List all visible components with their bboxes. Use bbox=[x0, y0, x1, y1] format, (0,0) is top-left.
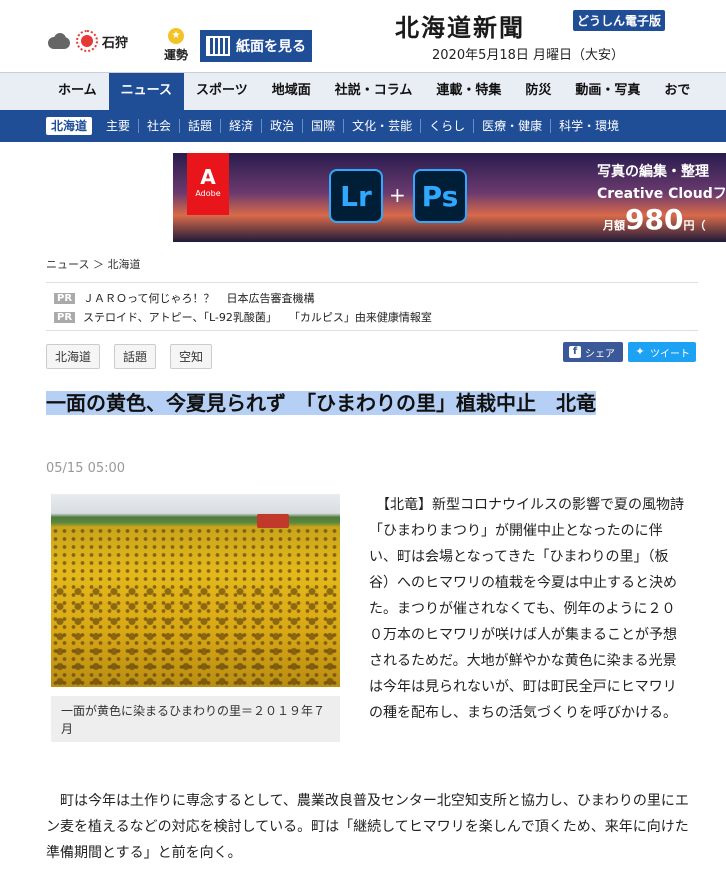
pr-link-text: ＪＡＲＯって何じゃろ！？ bbox=[83, 292, 215, 305]
nav-item[interactable]: おで bbox=[652, 73, 702, 111]
facebook-share-button[interactable]: f シェア bbox=[563, 342, 623, 362]
subnav-item[interactable]: 政治 bbox=[262, 119, 304, 133]
nav-item[interactable]: 地域面 bbox=[260, 73, 323, 111]
subnav-item[interactable]: 主要 bbox=[98, 119, 140, 133]
subnav-item[interactable]: 医療・健康 bbox=[474, 119, 552, 133]
tag-sorachi[interactable]: 空知 bbox=[170, 344, 213, 369]
subnav-item[interactable]: 北海道 bbox=[46, 117, 93, 135]
tag-list: 北海道 話題 空知 bbox=[46, 344, 226, 369]
facebook-share-label: シェア bbox=[585, 348, 615, 360]
article-headline: 一面の黄色、今夏見られず 「ひまわりの里」植栽中止 北竜 bbox=[46, 386, 698, 420]
article-paragraph: 町は今年は土作りに専念するとして、農業改良普及センター北空知支所と協力し、ひまわ… bbox=[46, 793, 689, 861]
subnav-item[interactable]: くらし bbox=[421, 119, 475, 133]
pr-link[interactable]: PR ＪＡＲＯって何じゃろ！？ 日本広告審査機構 bbox=[54, 290, 314, 306]
lightroom-icon: Lr bbox=[329, 169, 383, 223]
headline-text: 一面の黄色、今夏見られず 「ひまわりの里」植栽中止 北竜 bbox=[46, 391, 596, 415]
advertisement-banner[interactable]: AAdobe Lr + Ps 写真の編集・整理 Creative Cloudフォ… bbox=[173, 153, 726, 242]
main-nav: ホーム ニュース スポーツ 地域面 社説・コラム 連載・特集 防災 動画・写真 おで bbox=[0, 72, 726, 111]
article-photo[interactable] bbox=[51, 494, 340, 687]
subnav-item[interactable]: 社会 bbox=[139, 119, 181, 133]
twitter-share-label: ツイート bbox=[650, 348, 690, 360]
subnav-item[interactable]: 話題 bbox=[180, 119, 222, 133]
divider bbox=[46, 282, 698, 283]
photo-caption: 一面が黄色に染まるひまわりの里＝２０１９年７月 bbox=[51, 696, 340, 742]
digital-edition-badge: どうしん電子版 bbox=[573, 10, 666, 31]
publish-time: 05/15 05:00 bbox=[46, 461, 126, 476]
fortune-label: 運勢 bbox=[163, 48, 188, 62]
weather-city: 石狩 bbox=[102, 35, 129, 51]
view-paper-label: 紙面を見る bbox=[236, 39, 306, 55]
nav-item[interactable]: ニュース bbox=[108, 73, 184, 111]
sub-nav: 北海道 主要 社会 話題 経済 政治 国際 文化・芸能 くらし 医療・健康 科学・環境 bbox=[0, 110, 726, 142]
subnav-item[interactable]: 経済 bbox=[221, 119, 263, 133]
pr-badge: PR bbox=[54, 292, 76, 304]
view-paper-button[interactable]: 紙面を見る bbox=[200, 30, 312, 62]
weather-widget[interactable]: 石狩 bbox=[46, 30, 128, 52]
newspaper-icon bbox=[206, 36, 230, 56]
pr-link-text: ステロイド、アトピー、「L-92乳酸菌」 bbox=[83, 311, 277, 324]
twitter-share-button[interactable]: ✦ ツイート bbox=[628, 342, 696, 362]
facebook-icon: f bbox=[569, 346, 581, 358]
nav-item[interactable]: ホーム bbox=[46, 73, 109, 111]
star-icon: ★ bbox=[168, 28, 184, 44]
nav-item[interactable]: 動画・写真 bbox=[563, 73, 652, 111]
photoshop-icon: Ps bbox=[413, 169, 467, 223]
fortune-link[interactable]: ★ 運勢 bbox=[160, 28, 192, 63]
ad-subheadline: Creative Cloudフォ bbox=[597, 186, 726, 202]
nav-item[interactable]: 社説・コラム bbox=[323, 73, 425, 111]
cloud-icon bbox=[46, 33, 72, 49]
plus-icon: + bbox=[389, 183, 406, 207]
article-paragraph: 【北竜】新型コロナウイルスの影響で夏の風物詩「ひまわりまつり」が開催中止となった… bbox=[369, 497, 684, 721]
twitter-icon: ✦ bbox=[635, 345, 645, 358]
site-header: 石狩 ★ 運勢 紙面を見る 北海道新聞 どうしん電子版 2020年5月18日 月… bbox=[0, 0, 726, 72]
tag-topics[interactable]: 話題 bbox=[114, 344, 157, 369]
nav-item[interactable]: スポーツ bbox=[184, 73, 260, 111]
pr-link[interactable]: PR ステロイド、アトピー、「L-92乳酸菌」 「カルピス」由来健康情報室 bbox=[54, 309, 432, 325]
subnav-item[interactable]: 文化・芸能 bbox=[344, 119, 422, 133]
adobe-logo: A Adobe bbox=[187, 153, 229, 215]
subnav-item[interactable]: 国際 bbox=[303, 119, 345, 133]
nav-item[interactable]: 連載・特集 bbox=[424, 73, 513, 111]
subnav-item[interactable]: 科学・環境 bbox=[551, 119, 627, 133]
current-date: 2020年5月18日 月曜日（大安） bbox=[432, 48, 625, 63]
pr-badge: PR bbox=[54, 311, 76, 323]
pr-link-source: 「カルピス」由来健康情報室 bbox=[288, 311, 432, 324]
tag-hokkaido[interactable]: 北海道 bbox=[46, 344, 101, 369]
site-logo[interactable]: 北海道新聞 bbox=[395, 8, 525, 43]
ad-price: 月額980円（ bbox=[603, 203, 706, 236]
sun-icon bbox=[76, 30, 98, 52]
ad-headline: 写真の編集・整理 bbox=[597, 164, 709, 180]
pr-link-source: 日本広告審査機構 bbox=[226, 292, 315, 305]
breadcrumb[interactable]: ニュース ＞ 北海道 bbox=[46, 256, 140, 272]
nav-item[interactable]: 防災 bbox=[513, 73, 563, 111]
divider bbox=[46, 330, 698, 331]
